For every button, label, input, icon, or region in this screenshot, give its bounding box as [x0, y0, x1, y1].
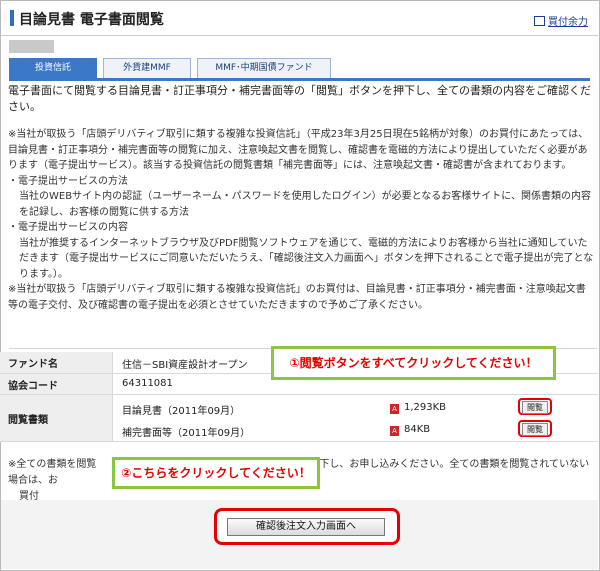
- doc-supplement-name: 補完書面等（2011年09月）: [122, 428, 251, 439]
- view-prospectus-button[interactable]: 閲覧: [518, 398, 552, 415]
- intro-text: 電子書面にて閲覧する目論見書・訂正事項分・補完書面等の「閲覧」ボタンを押下し、全…: [8, 84, 591, 113]
- doc-prospectus-pdf: A 1,293KB: [390, 402, 446, 414]
- doc-supplement-size: 84KB: [404, 424, 431, 435]
- confirm-highlight: 確認後注文入力画面へ: [214, 508, 400, 545]
- note-required: ※当社が取扱う「店頭デリバティブ取引に類する複雑な投資信託」のお買付は、目論見書…: [8, 284, 586, 311]
- page-title: 目論見書 電子書面閲覧: [19, 12, 164, 28]
- window-icon: [534, 16, 545, 26]
- fund-code-value: 64311081: [122, 378, 173, 389]
- buying-power-link[interactable]: 買付余力: [534, 13, 588, 28]
- fund-code-label: 協会コード: [0, 374, 113, 394]
- note-content-body: 当社が推奨するインターネットブラウザ及びPDF閲覧ソフトウェアを通じて、電磁的方…: [19, 237, 594, 280]
- page-header: 目論見書 電子書面閲覧 買付余力: [1, 1, 598, 36]
- note-method-heading: ・電子提出サービスの方法: [8, 175, 128, 187]
- doc-prospectus-name: 目論見書（2011年09月）: [122, 406, 241, 417]
- buying-power-label: 買付余力: [548, 17, 588, 28]
- masked-account-info: [9, 40, 54, 53]
- confirm-order-button[interactable]: 確認後注文入力画面へ: [227, 518, 385, 536]
- fund-name-label: ファンド名: [0, 352, 113, 373]
- note-complex-trust: ※当社が取扱う「店頭デリバティブ取引に類する複雑な投資信託」（平成23年3月25…: [8, 129, 589, 171]
- doc-supplement-pdf: A 84KB: [390, 424, 430, 436]
- pdf-icon: A: [390, 426, 399, 436]
- tab-investment-trust[interactable]: 投資信託: [9, 58, 97, 78]
- callout-click-confirm: ②こちらをクリックしてください！: [112, 457, 320, 489]
- fund-name-value: 住信－SBI資産設計オープン: [122, 360, 248, 371]
- note-method-body: 当社のWEBサイト内の認証（ユーザーネーム・パスワードを使用したログイン）が必要…: [19, 191, 591, 218]
- notes-section: ※当社が取扱う「店頭デリバティブ取引に類する複雑な投資信託」（平成23年3月25…: [8, 127, 595, 313]
- bottom-note-left: ※全ての書類を閲覧: [8, 459, 97, 470]
- title-accent-bar: [10, 10, 14, 26]
- view-button-label: 閲覧: [522, 423, 548, 436]
- view-supplement-button[interactable]: 閲覧: [518, 420, 552, 437]
- callout-click-view-buttons: ①閲覧ボタンをすべてクリックしてください！: [271, 346, 556, 380]
- doc-prospectus-size: 1,293KB: [404, 402, 447, 413]
- view-button-label: 閲覧: [522, 401, 548, 414]
- docs-row: 閲覧書類 目論見書（2011年09月） A 1,293KB 閲覧 補完書面等（20…: [0, 395, 598, 442]
- tab-foreign-mmf[interactable]: 外貨建MMF: [103, 58, 191, 78]
- tab-bar: 投資信託 外貨建MMF MMF･中期国債ファンド: [9, 58, 590, 81]
- docs-label: 閲覧書類: [0, 395, 113, 441]
- pdf-icon: A: [390, 404, 399, 414]
- tab-mmf-bond-fund[interactable]: MMF･中期国債ファンド: [197, 58, 331, 78]
- note-content-heading: ・電子提出サービスの内容: [8, 222, 128, 233]
